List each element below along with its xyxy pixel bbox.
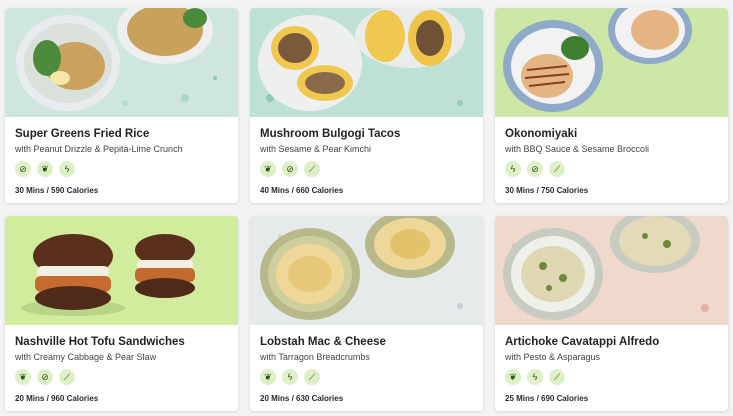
- no-gluten-icon: ⊘: [15, 161, 31, 177]
- pepper-icon: ⟋: [59, 369, 75, 385]
- recipe-card-artichoke-cavatappi-alfredo[interactable]: Artichoke Cavatappi Alfredo with Pesto &…: [495, 216, 728, 411]
- leaf-swirl-icon: ❦: [260, 161, 276, 177]
- recipe-title[interactable]: Nashville Hot Tofu Sandwiches: [15, 336, 228, 348]
- recipe-title[interactable]: Mushroom Bulgogi Tacos: [260, 128, 473, 140]
- recipe-card-okonomiyaki[interactable]: Okonomiyaki with BBQ Sauce & Sesame Broc…: [495, 8, 728, 203]
- recipe-meta: 20 Mins / 630 Calories: [260, 394, 344, 403]
- pepper-icon: ⟋: [304, 161, 320, 177]
- leaf-swirl-icon: ❦: [37, 161, 53, 177]
- leaf-swirl-icon: ❦: [15, 369, 31, 385]
- no-gluten-icon: ⊘: [282, 161, 298, 177]
- recipe-meta: 40 Mins / 660 Calories: [260, 186, 344, 195]
- bolt-icon: ϟ: [282, 369, 298, 385]
- recipe-subtitle: with Sesame & Pear Kimchi: [260, 144, 372, 154]
- recipe-grid: Super Greens Fried Rice with Peanut Driz…: [0, 0, 733, 416]
- bolt-icon: ϟ: [505, 161, 521, 177]
- recipe-tags: ❦ ⊘ ⟋: [15, 369, 228, 385]
- leaf-swirl-icon: ❦: [505, 369, 521, 385]
- recipe-subtitle: with Tarragon Breadcrumbs: [260, 352, 370, 362]
- recipe-subtitle: with Peanut Drizzle & Pepita-Lime Crunch: [15, 144, 183, 154]
- recipe-tags: ❦ ϟ ⟋: [505, 369, 718, 385]
- recipe-tags: ϟ ⊘ ⟋: [505, 161, 718, 177]
- recipe-subtitle: with Creamy Cabbage & Pear Slaw: [15, 352, 157, 362]
- recipe-meta: 25 Mins / 690 Calories: [505, 394, 589, 403]
- recipe-tags: ⊘ ❦ ϟ: [15, 161, 228, 177]
- recipe-subtitle: with Pesto & Asparagus: [505, 352, 601, 362]
- recipe-photo[interactable]: [250, 216, 483, 325]
- recipe-tags: ❦ ⊘ ⟋: [260, 161, 473, 177]
- recipe-tags: ❦ ϟ ⟋: [260, 369, 473, 385]
- recipe-card-lobstah-mac-cheese[interactable]: Lobstah Mac & Cheese with Tarragon Bread…: [250, 216, 483, 411]
- recipe-title[interactable]: Super Greens Fried Rice: [15, 128, 228, 140]
- no-gluten-icon: ⊘: [527, 161, 543, 177]
- recipe-card-mushroom-bulgogi-tacos[interactable]: Mushroom Bulgogi Tacos with Sesame & Pea…: [250, 8, 483, 203]
- recipe-photo[interactable]: [495, 8, 728, 117]
- recipe-card-nashville-hot-tofu-sandwiches[interactable]: Nashville Hot Tofu Sandwiches with Cream…: [5, 216, 238, 411]
- no-gluten-icon: ⊘: [37, 369, 53, 385]
- recipe-meta: 30 Mins / 750 Calories: [505, 186, 589, 195]
- recipe-photo[interactable]: [5, 216, 238, 325]
- recipe-photo[interactable]: [495, 216, 728, 325]
- recipe-card-super-greens-fried-rice[interactable]: Super Greens Fried Rice with Peanut Driz…: [5, 8, 238, 203]
- bolt-icon: ϟ: [59, 161, 75, 177]
- recipe-meta: 30 Mins / 590 Calories: [15, 186, 99, 195]
- recipe-subtitle: with BBQ Sauce & Sesame Broccoli: [505, 144, 650, 154]
- recipe-title[interactable]: Okonomiyaki: [505, 128, 718, 140]
- leaf-swirl-icon: ❦: [260, 369, 276, 385]
- recipe-title[interactable]: Artichoke Cavatappi Alfredo: [505, 336, 718, 348]
- recipe-meta: 20 Mins / 960 Calories: [15, 394, 99, 403]
- recipe-photo[interactable]: [250, 8, 483, 117]
- recipe-photo[interactable]: [5, 8, 238, 117]
- pepper-icon: ⟋: [549, 369, 565, 385]
- bolt-icon: ϟ: [527, 369, 543, 385]
- pepper-icon: ⟋: [304, 369, 320, 385]
- recipe-title[interactable]: Lobstah Mac & Cheese: [260, 336, 473, 348]
- pepper-icon: ⟋: [549, 161, 565, 177]
